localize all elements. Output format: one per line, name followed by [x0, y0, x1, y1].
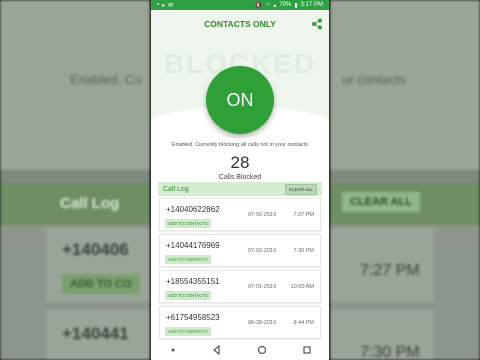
- clear-all-button[interactable]: CLEAR ALL: [284, 183, 317, 195]
- bg-time-2: 7:30 PM: [360, 344, 420, 360]
- call-time: 10:50 AM: [290, 284, 314, 290]
- blocked-count: 28: [230, 153, 250, 172]
- recents-icon[interactable]: [302, 345, 312, 355]
- add-to-contacts-button[interactable]: ADD TO CONTACTS: [165, 291, 211, 300]
- bg-time-1: 7:27 PM: [360, 262, 420, 279]
- bg-enabled-text: Enabled. Cu: [70, 72, 142, 87]
- call-date: 07-02-2019: [248, 212, 277, 218]
- add-to-contacts-button[interactable]: ADD TO CONTACTS: [165, 327, 211, 336]
- notification-icon: ▪: [157, 1, 160, 8]
- on-toggle-button[interactable]: ON: [206, 66, 274, 134]
- back-icon[interactable]: [212, 345, 222, 355]
- call-date: 07-02-2019: [248, 248, 277, 254]
- battery-icon: ▮: [294, 2, 298, 9]
- status-bar: ▪ ▸ ✉ 🔇 ◠ ▴ 79% ▮ 3:17 PM: [151, 0, 329, 10]
- status-description: Enabled. Currently blocking all calls no…: [171, 142, 309, 148]
- home-icon[interactable]: [257, 345, 267, 355]
- bg-number-2: +140441: [62, 324, 129, 343]
- battery-level: 79%: [279, 2, 292, 8]
- call-log-header: Call Log CLEAR ALL: [158, 182, 322, 196]
- blocked-count-label: Calls Blocked: [218, 174, 262, 181]
- signal-icon: ▴: [273, 2, 277, 9]
- mail-icon: ✉: [168, 2, 174, 9]
- call-log-row[interactable]: +18554355151 ADD TO CONTACTS 07-01-2019 …: [159, 270, 321, 303]
- call-time: 7:27 PM: [293, 212, 314, 218]
- call-log-row[interactable]: +14040622862 ADD TO CONTACTS 07-02-2019 …: [159, 198, 321, 231]
- call-log-row[interactable]: +14044176969 ADD TO CONTACTS 07-02-2019 …: [159, 234, 321, 267]
- status-time: 3:17 PM: [300, 2, 323, 8]
- mute-icon: 🔇: [254, 2, 263, 9]
- hero-section: BLOCKED CONTACTS ONLY ON: [151, 10, 329, 138]
- phone-number: +61754958523: [166, 313, 220, 322]
- background-left: Enabled. Cu Call Log +140406 ADD TO CO +…: [0, 0, 150, 360]
- bg-clear-button: CLEAR ALL: [342, 192, 420, 212]
- wifi-icon: ◠: [265, 2, 271, 9]
- call-time: 7:30 PM: [293, 248, 314, 254]
- add-to-contacts-button[interactable]: ADD TO CONTACTS: [165, 255, 211, 264]
- bg-number-1: +140406: [62, 240, 129, 259]
- share-icon[interactable]: [311, 18, 323, 30]
- phone-number: +18554355151: [166, 277, 220, 286]
- dot-icon[interactable]: [169, 346, 177, 354]
- bg-add-button: ADD TO CO: [62, 274, 140, 294]
- navigation-bar: [151, 340, 329, 360]
- add-to-contacts-button[interactable]: ADD TO CONTACTS: [165, 219, 211, 228]
- page-title: CONTACTS ONLY: [204, 19, 276, 29]
- call-log-list: +14040622862 ADD TO CONTACTS 07-02-2019 …: [159, 198, 321, 342]
- call-log-row[interactable]: +61754958523 ADD TO CONTACTS 06-28-2019 …: [159, 306, 321, 339]
- bg-contacts-text: ur contacts: [342, 72, 406, 87]
- phone-number: +14044176969: [166, 241, 220, 250]
- call-date: 06-28-2019: [248, 320, 277, 326]
- play-icon: ▸: [162, 2, 166, 9]
- call-time: 8:44 PM: [293, 320, 314, 326]
- call-date: 07-01-2019: [248, 284, 277, 290]
- background-right: ur contacts CLEAR ALL 7:27 PM 7:30 PM: [330, 0, 480, 360]
- call-log-title: Call Log: [163, 185, 189, 193]
- phone-number: +14040622862: [166, 205, 220, 214]
- phone-screen: ▪ ▸ ✉ 🔇 ◠ ▴ 79% ▮ 3:17 PM BLOCKED CONTAC…: [151, 0, 329, 360]
- bg-call-log-title: Call Log: [60, 195, 120, 212]
